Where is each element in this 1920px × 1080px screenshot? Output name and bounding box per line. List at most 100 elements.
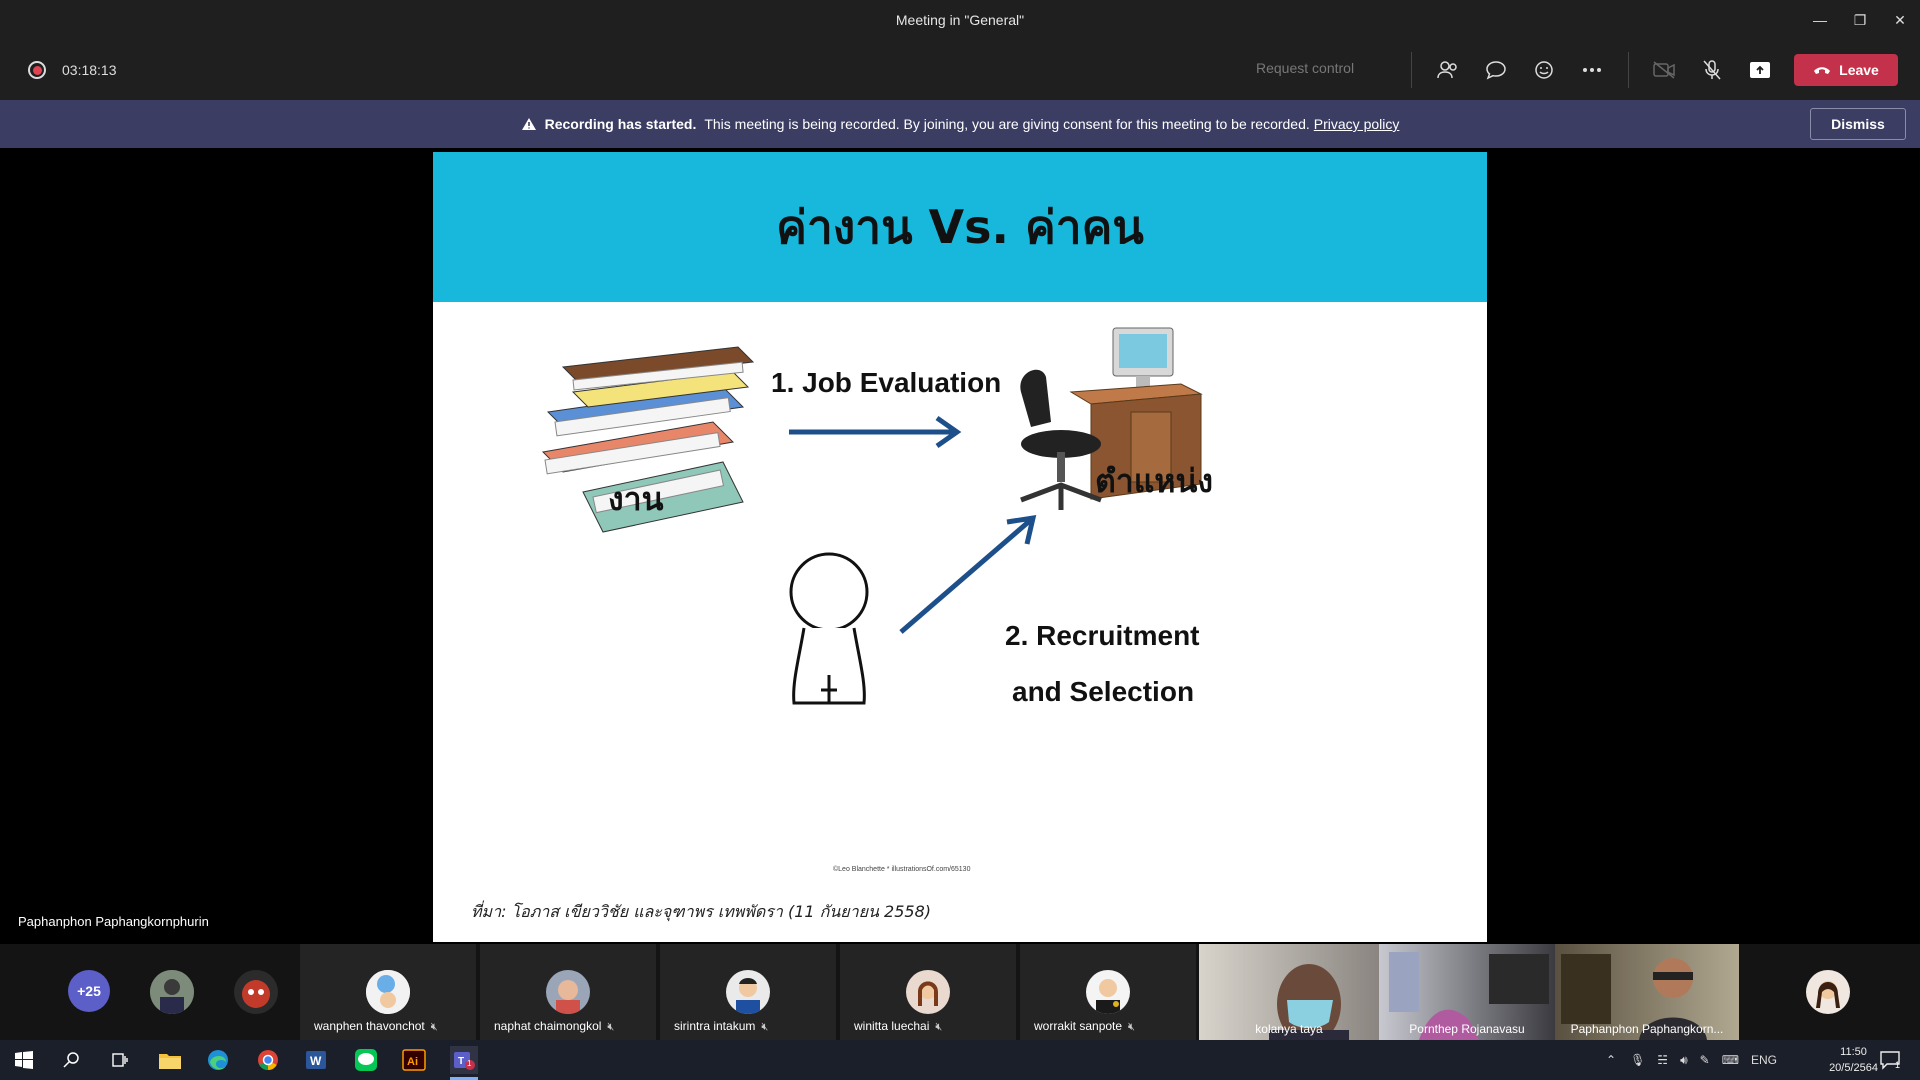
windows-taskbar: W Ai T 1 ⌃ 🎙︎ ☵ 🔊︎ ✎ ⌨ ENG 11:50 20/5/25… [0, 1040, 1920, 1080]
line-app-icon[interactable] [352, 1046, 380, 1074]
svg-text:Ai: Ai [407, 1056, 418, 1068]
mic-off-icon: 🔇︎ [430, 1021, 438, 1033]
participant-tile[interactable]: winitta luechai 🔇︎ [840, 944, 1016, 1040]
edge-browser-icon[interactable] [204, 1046, 232, 1074]
windows-start-icon[interactable] [10, 1046, 38, 1074]
phone-icon [1814, 67, 1831, 74]
leave-button[interactable]: Leave [1794, 54, 1898, 86]
recording-icon [28, 61, 46, 79]
slide-header: ค่างาน Vs. ค่าคน [433, 152, 1487, 302]
clock-time: 11:50 [1840, 1046, 1867, 1058]
system-clock[interactable]: 11:50 20/5/2564 [1829, 1044, 1878, 1076]
privacy-policy-link[interactable]: Privacy policy [1314, 116, 1400, 132]
avatar [906, 970, 950, 1014]
task-view-icon[interactable] [106, 1046, 134, 1074]
arrow-right-icon [789, 415, 962, 449]
meeting-toolbar: 03:18:13 Request control Leave [0, 40, 1920, 100]
restore-icon[interactable]: ❐ [1840, 0, 1880, 40]
tray-chevron-icon[interactable]: ⌃ [1606, 1053, 1616, 1067]
camera-off-icon[interactable] [1652, 58, 1676, 82]
minimize-icon[interactable]: — [1800, 0, 1840, 40]
search-icon[interactable] [58, 1046, 86, 1074]
avatar[interactable] [150, 970, 194, 1014]
participant-video-tile[interactable]: kolanya taya [1199, 944, 1379, 1040]
participant-tile[interactable]: sirintra intakum 🔇︎ [660, 944, 836, 1040]
chat-icon[interactable] [1484, 58, 1508, 82]
participant-name: kolanya taya [1255, 1022, 1323, 1036]
window-titlebar: Meeting in "General" — ❐ ✕ [0, 0, 1920, 40]
recording-banner: Recording has started. This meeting is b… [0, 100, 1920, 148]
participant-name: worrakit sanpote [1034, 1019, 1123, 1033]
avatar [546, 970, 590, 1014]
participant-name: wanphen thavonchot [314, 1019, 425, 1033]
participant-name: Paphanphon Paphangkorn... [1570, 1022, 1724, 1036]
participant-name: winitta luechai [854, 1019, 930, 1033]
avatar [366, 970, 410, 1014]
mic-off-icon: 🔇︎ [607, 1021, 615, 1033]
language-indicator[interactable]: ENG [1751, 1053, 1777, 1067]
notification-icon[interactable]: 1 [1876, 1046, 1904, 1074]
slide-footnote: ที่มา: โอภาส เขียววิชัย และจุฑาพร เทพพัด… [471, 902, 931, 921]
presenter-name: Paphanphon Paphangkornphurin [18, 914, 209, 929]
close-icon[interactable]: ✕ [1880, 0, 1920, 40]
microphone-icon[interactable]: 🎙︎ [1630, 1053, 1645, 1067]
svg-text:T: T [458, 1056, 464, 1067]
arrow-diagonal-icon [899, 514, 1037, 634]
window-title: Meeting in "General" [895, 12, 1025, 28]
recruitment-label-line1: 2. Recruitment [1005, 620, 1200, 651]
file-explorer-icon[interactable] [156, 1046, 184, 1074]
position-label: ตำแหน่ง [1095, 462, 1213, 500]
toolbar-divider [1411, 52, 1412, 88]
toolbar-divider [1628, 52, 1629, 88]
volume-icon[interactable]: 🔊︎ [1680, 1053, 1688, 1068]
teams-badge: 1 [467, 1059, 472, 1068]
avatar [1086, 970, 1130, 1014]
keyboard-icon[interactable]: ⌨ [1722, 1053, 1739, 1067]
avatar [726, 970, 770, 1014]
participant-video-tile[interactable]: Pornthep Rojanavasu [1379, 944, 1555, 1040]
reactions-icon[interactable] [1532, 58, 1556, 82]
avatar[interactable] [234, 970, 278, 1014]
notification-count: 1 [1895, 1060, 1901, 1070]
warning-icon [521, 118, 536, 130]
mic-off-icon: 🔇︎ [1128, 1021, 1135, 1033]
participant-name: naphat chaimongkol [494, 1019, 602, 1033]
illustration-credit: ©Leo Blanchette * illustrationsOf.com/65… [833, 866, 971, 873]
svg-text:W: W [310, 1054, 322, 1068]
participant-strip: +25 wanphen thavonchot 🔇︎ naphat chaimong… [0, 944, 1920, 1040]
word-icon[interactable]: W [302, 1046, 330, 1074]
teams-icon[interactable]: T 1 [450, 1046, 478, 1074]
share-screen-icon[interactable] [1748, 58, 1772, 82]
meeting-timer: 03:18:13 [62, 62, 117, 78]
banner-text: This meeting is being recorded. By joini… [704, 116, 1310, 132]
system-tray: ⌃ 🎙︎ ☵ 🔊︎ ✎ ⌨ ENG [1606, 1040, 1777, 1080]
slide-title: ค่างาน Vs. ค่าคน [776, 199, 1144, 254]
mic-off-icon[interactable] [1700, 58, 1724, 82]
participant-name: sirintra intakum [674, 1019, 756, 1033]
illustrator-icon[interactable]: Ai [400, 1046, 428, 1074]
participant-name: Pornthep Rojanavasu [1409, 1022, 1525, 1036]
leave-label: Leave [1839, 62, 1879, 78]
participant-tile[interactable]: wanphen thavonchot 🔇︎ [300, 944, 476, 1040]
dismiss-button[interactable]: Dismiss [1810, 108, 1906, 140]
participant-tile[interactable]: worrakit sanpote 🔇︎ [1020, 944, 1196, 1040]
participant-tile[interactable]: naphat chaimongkol 🔇︎ [480, 944, 656, 1040]
work-label: งาน [608, 480, 664, 518]
participants-icon[interactable] [1436, 58, 1460, 82]
pen-icon[interactable]: ✎ [1700, 1053, 1710, 1067]
presentation-slide: ค่างาน Vs. ค่าคน งาน 1. Job Evaluation ต… [433, 152, 1487, 942]
more-icon[interactable] [1580, 58, 1604, 82]
request-control-button[interactable]: Request control [1256, 60, 1354, 76]
wifi-icon[interactable]: ☵ [1657, 1053, 1668, 1067]
recruitment-label-line2: and Selection [1012, 676, 1195, 707]
mic-off-icon: 🔇︎ [935, 1021, 943, 1033]
participant-video-tile[interactable]: Paphanphon Paphangkorn... [1555, 944, 1739, 1040]
chrome-icon[interactable] [254, 1046, 282, 1074]
mic-off-icon: 🔇︎ [761, 1021, 769, 1033]
more-participants-button[interactable]: +25 [68, 970, 110, 1012]
banner-bold-text: Recording has started. [544, 116, 697, 132]
job-evaluation-label: 1. Job Evaluation [771, 367, 1002, 398]
clock-date: 20/5/2564 [1829, 1062, 1878, 1074]
avatar[interactable] [1806, 970, 1850, 1014]
person-illustration [789, 552, 869, 705]
